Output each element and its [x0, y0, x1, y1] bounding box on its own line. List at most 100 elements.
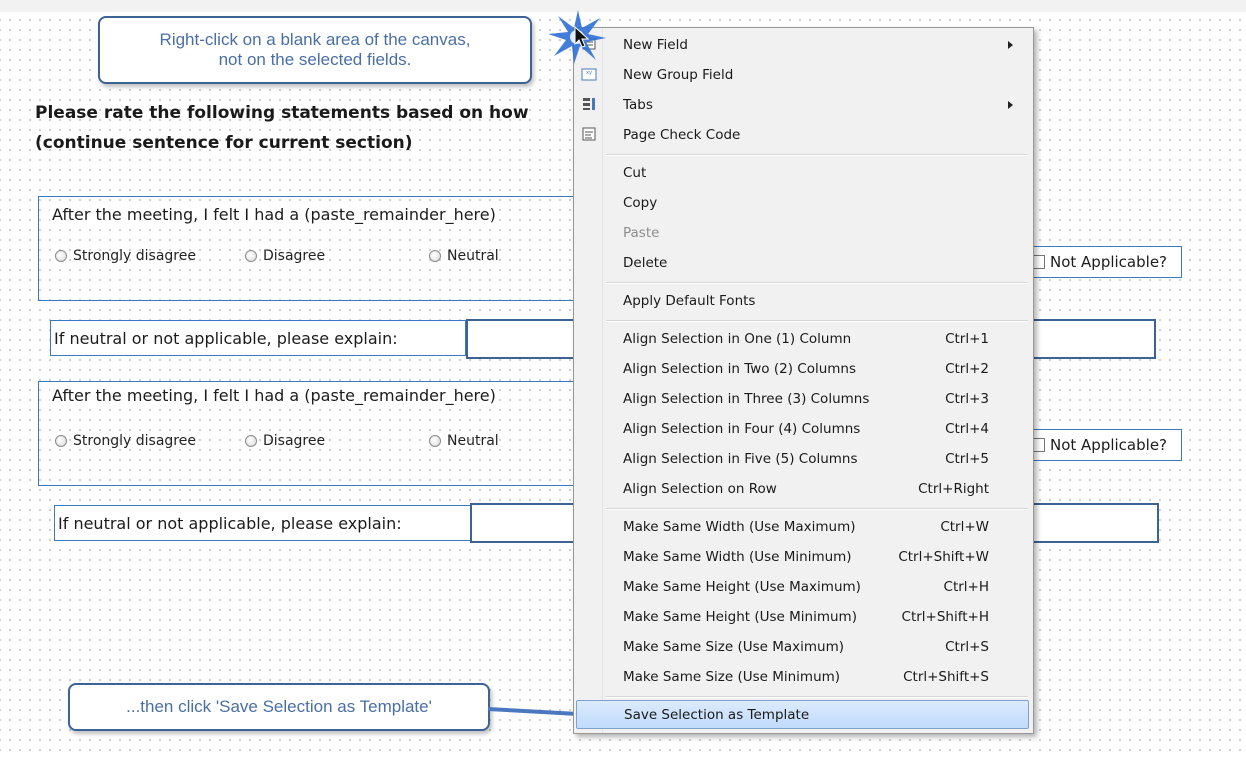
check-code-icon — [582, 127, 596, 141]
menu-item-label: Save Selection as Template — [624, 707, 810, 723]
submenu-arrow-icon — [1008, 101, 1013, 109]
menu-item-same-size-max[interactable]: Make Same Size (Use Maximum) Ctrl+S — [576, 632, 1029, 662]
canvas-top-band — [0, 0, 1246, 12]
checkbox-label: Not Applicable? — [1050, 436, 1168, 454]
callout-bottom-text: ...then click 'Save Selection as Templat… — [126, 697, 432, 716]
radio-label: Strongly disagree — [73, 248, 196, 264]
menu-item-new-field[interactable]: New Field — [576, 30, 1029, 60]
radio-disagree[interactable]: Disagree — [245, 433, 325, 449]
menu-item-shortcut: Ctrl+H — [943, 579, 989, 595]
menu-item-copy[interactable]: Copy — [576, 188, 1029, 218]
menu-item-label: Page Check Code — [623, 127, 741, 143]
menu-item-shortcut: Ctrl+Right — [918, 481, 989, 497]
radio-circle[interactable] — [245, 250, 257, 262]
menu-item-label: Apply Default Fonts — [623, 293, 756, 309]
menu-item-shortcut: Ctrl+Shift+W — [898, 549, 989, 565]
radio-circle[interactable] — [429, 435, 441, 447]
menu-item-same-size-min[interactable]: Make Same Size (Use Minimum) Ctrl+Shift+S — [576, 662, 1029, 692]
radio-label: Disagree — [263, 433, 326, 449]
not-applicable-checkbox[interactable]: Not Applicable? — [1028, 429, 1182, 461]
menu-item-label: Align Selection in Four (4) Columns — [623, 421, 861, 437]
radio-circle[interactable] — [429, 250, 441, 262]
callout-top-line1: Right-click on a blank area of the canva… — [159, 30, 471, 49]
radio-neutral[interactable]: Neutral — [429, 248, 499, 264]
menu-item-new-group-field[interactable]: xy New Group Field — [576, 60, 1029, 90]
menu-item-align-one-column[interactable]: Align Selection in One (1) Column Ctrl+1 — [576, 324, 1029, 354]
menu-item-label: Align Selection in Three (3) Columns — [623, 391, 870, 407]
menu-item-shortcut: Ctrl+5 — [945, 451, 989, 467]
menu-item-label: Align Selection in One (1) Column — [623, 331, 852, 347]
menu-item-align-two-columns[interactable]: Align Selection in Two (2) Columns Ctrl+2 — [576, 354, 1029, 384]
menu-item-same-width-max[interactable]: Make Same Width (Use Maximum) Ctrl+W — [576, 512, 1029, 542]
menu-item-page-check-code[interactable]: Page Check Code — [576, 120, 1029, 150]
instruction-callout-top: Right-click on a blank area of the canva… — [98, 16, 532, 84]
menu-item-label: Make Same Height (Use Maximum) — [623, 579, 861, 595]
menu-item-same-width-min[interactable]: Make Same Width (Use Minimum) Ctrl+Shift+… — [576, 542, 1029, 572]
menu-item-label: Align Selection in Five (5) Columns — [623, 451, 858, 467]
menu-item-shortcut: Ctrl+Shift+H — [901, 609, 989, 625]
menu-item-cut[interactable]: Cut — [576, 158, 1029, 188]
radio-strongly-disagree[interactable]: Strongly disagree — [55, 248, 196, 264]
not-applicable-checkbox[interactable]: Not Applicable? — [1028, 246, 1182, 278]
question-label: After the meeting, I felt I had a (paste… — [50, 205, 498, 224]
radio-label: Disagree — [263, 248, 326, 264]
canvas-context-menu[interactable]: New Field xy New Group Field Tabs Page C… — [573, 27, 1034, 734]
radio-label: Neutral — [447, 433, 499, 449]
menu-item-label: Make Same Width (Use Maximum) — [623, 519, 856, 535]
section-heading-line1: Please rate the following statements bas… — [35, 103, 529, 123]
menu-separator — [606, 282, 1028, 284]
menu-item-shortcut: Ctrl+1 — [945, 331, 989, 347]
menu-item-paste: Paste — [576, 218, 1029, 248]
menu-item-label: Align Selection in Two (2) Columns — [623, 361, 857, 377]
explain-label: If neutral or not applicable, please exp… — [50, 320, 466, 356]
menu-item-label: New Group Field — [623, 67, 734, 83]
menu-item-delete[interactable]: Delete — [576, 248, 1029, 278]
menu-item-align-five-columns[interactable]: Align Selection in Five (5) Columns Ctrl+… — [576, 444, 1029, 474]
radio-disagree[interactable]: Disagree — [245, 248, 325, 264]
radio-circle[interactable] — [55, 435, 67, 447]
menu-item-save-selection-as-template[interactable]: Save Selection as Template — [576, 700, 1029, 729]
menu-item-shortcut: Ctrl+Shift+S — [903, 669, 989, 685]
submenu-arrow-icon — [1008, 41, 1013, 49]
group-field-icon: xy — [581, 68, 597, 81]
menu-item-shortcut: Ctrl+W — [940, 519, 989, 535]
checkbox-square[interactable] — [1033, 255, 1045, 269]
tabs-icon — [583, 98, 595, 110]
menu-item-label: Make Same Size (Use Minimum) — [623, 669, 841, 685]
menu-item-label: Cut — [623, 165, 647, 181]
menu-separator — [606, 696, 1028, 698]
radio-strongly-disagree[interactable]: Strongly disagree — [55, 433, 196, 449]
callout-top-line2: not on the selected fields. — [218, 50, 412, 69]
menu-item-label: Align Selection on Row — [623, 481, 777, 497]
menu-item-apply-default-fonts[interactable]: Apply Default Fonts — [576, 286, 1029, 316]
menu-item-same-height-min[interactable]: Make Same Height (Use Minimum) Ctrl+Shift… — [576, 602, 1029, 632]
menu-item-label: Make Same Width (Use Minimum) — [623, 549, 852, 565]
checkbox-square[interactable] — [1033, 438, 1045, 452]
menu-item-align-three-columns[interactable]: Align Selection in Three (3) Columns Ctrl… — [576, 384, 1029, 414]
menu-item-shortcut: Ctrl+3 — [945, 391, 989, 407]
question-label: After the meeting, I felt I had a (paste… — [50, 386, 498, 405]
mouse-cursor-icon — [574, 26, 590, 48]
menu-item-align-on-row[interactable]: Align Selection on Row Ctrl+Right — [576, 474, 1029, 504]
menu-item-label: Make Same Height (Use Minimum) — [623, 609, 857, 625]
instruction-callout-bottom: ...then click 'Save Selection as Templat… — [68, 683, 490, 731]
menu-separator — [606, 508, 1028, 510]
menu-item-align-four-columns[interactable]: Align Selection in Four (4) Columns Ctrl+… — [576, 414, 1029, 444]
menu-item-tabs[interactable]: Tabs — [576, 90, 1029, 120]
menu-item-same-height-max[interactable]: Make Same Height (Use Maximum) Ctrl+H — [576, 572, 1029, 602]
menu-item-label: Tabs — [623, 97, 653, 113]
menu-item-label: Copy — [623, 195, 658, 211]
svg-text:xy: xy — [586, 70, 592, 76]
menu-item-shortcut: Ctrl+2 — [945, 361, 989, 377]
checkbox-label: Not Applicable? — [1050, 253, 1168, 271]
radio-circle[interactable] — [245, 435, 257, 447]
radio-label: Neutral — [447, 248, 499, 264]
menu-item-label: Paste — [623, 225, 660, 241]
menu-item-shortcut: Ctrl+4 — [945, 421, 989, 437]
radio-neutral[interactable]: Neutral — [429, 433, 499, 449]
section-heading-line2: (continue sentence for current section) — [35, 133, 413, 153]
explain-label: If neutral or not applicable, please exp… — [54, 505, 471, 541]
radio-circle[interactable] — [55, 250, 67, 262]
menu-item-label: Delete — [623, 255, 668, 271]
menu-item-label: Make Same Size (Use Maximum) — [623, 639, 845, 655]
